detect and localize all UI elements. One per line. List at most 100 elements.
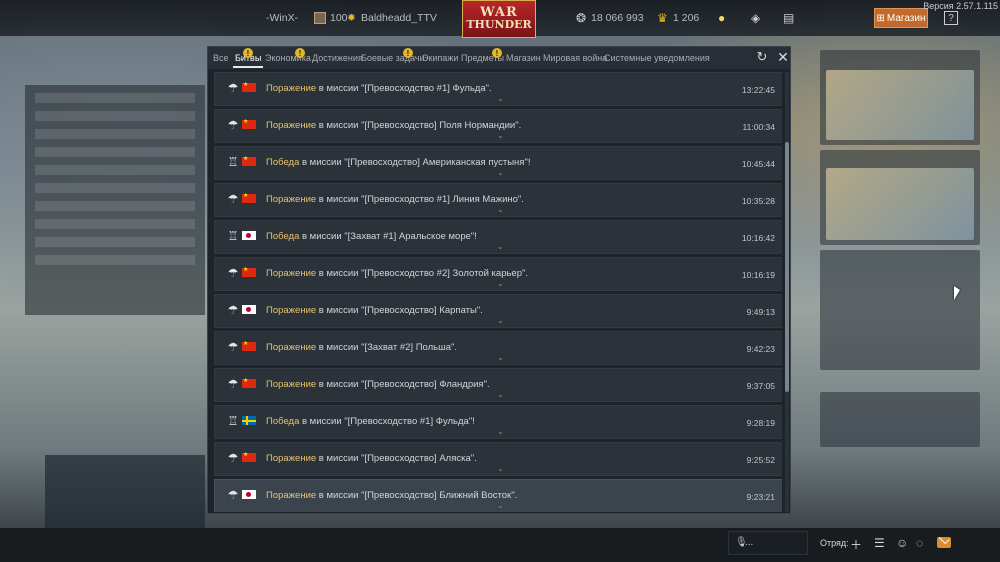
trophy-icon: ♖ bbox=[227, 414, 239, 428]
battle-mission: "[Захват #1] Аральское море"! bbox=[344, 231, 477, 242]
clan-tag: -WinX- bbox=[266, 12, 299, 24]
expand-chevron-icon[interactable]: ⌄ bbox=[497, 427, 504, 436]
battle-connector: в миссии bbox=[318, 120, 359, 131]
battle-time: 9:49:13 bbox=[746, 307, 775, 317]
battle-time: 13:22:45 bbox=[741, 85, 775, 95]
battle-message: Поражение в миссии "[Захват #2] Польша". bbox=[266, 342, 457, 353]
expand-chevron-icon[interactable]: ⌄ bbox=[497, 205, 504, 214]
tab-achievements[interactable]: Достижения! bbox=[295, 48, 363, 63]
contacts-icon[interactable]: ☺ bbox=[896, 536, 908, 550]
battle-mission: "[Превосходство] Американская пустыня"! bbox=[344, 157, 531, 168]
list-icon[interactable]: ☰ bbox=[874, 536, 885, 550]
refresh-icon[interactable]: ↻ bbox=[755, 50, 769, 64]
battle-row[interactable]: ☂ Поражение в миссии "[Превосходство] Фла… bbox=[214, 368, 782, 402]
expand-chevron-icon[interactable]: ⌄ bbox=[497, 501, 504, 510]
battle-mission: "[Превосходство] Поля Нормандии". bbox=[361, 120, 522, 131]
battle-row[interactable]: ♖ Победа в миссии "[Превосходство #1] Фул… bbox=[214, 405, 782, 439]
parachute-icon: ☂ bbox=[227, 377, 239, 391]
background-vehicle-strip bbox=[45, 455, 205, 535]
tab-system-notifications[interactable]: Системные уведомления bbox=[604, 53, 710, 63]
player-avatar[interactable] bbox=[314, 12, 326, 24]
close-icon[interactable]: ✕ bbox=[776, 50, 790, 64]
tab-crews[interactable]: Экипажи! bbox=[403, 48, 458, 63]
battle-mission: "[Превосходство] Карпаты". bbox=[361, 305, 483, 316]
chat-icon[interactable]: ◌ bbox=[916, 536, 923, 550]
scrollbar[interactable] bbox=[785, 72, 789, 512]
battle-time: 10:16:42 bbox=[741, 233, 775, 243]
player-level: 100 bbox=[330, 12, 348, 24]
player-name[interactable]: Baldheadd_TTV bbox=[361, 12, 437, 24]
help-button[interactable]: ? bbox=[944, 11, 958, 25]
premium-icon[interactable]: ◈ bbox=[751, 11, 760, 25]
battle-result: Поражение bbox=[266, 305, 317, 316]
battle-row[interactable]: ♖ Победа в миссии "[Захват #1] Аральское … bbox=[214, 220, 782, 254]
expand-chevron-icon[interactable]: ⌄ bbox=[497, 279, 504, 288]
battle-connector: в миссии bbox=[318, 490, 359, 501]
battle-notification-list[interactable]: ☂ Поражение в миссии "[Превосходство #1] … bbox=[214, 72, 782, 512]
nation-flag-icon bbox=[242, 305, 256, 314]
battle-row[interactable]: ☂ Поражение в миссии "[Захват #2] Польша"… bbox=[214, 331, 782, 365]
expand-chevron-icon[interactable]: ⌄ bbox=[497, 464, 504, 473]
battle-message: Победа в миссии "[Захват #1] Аральское м… bbox=[266, 231, 477, 242]
parachute-icon: ☂ bbox=[227, 303, 239, 317]
expand-chevron-icon[interactable]: ⌄ bbox=[497, 242, 504, 251]
nation-flag-icon bbox=[242, 81, 256, 92]
battle-message: Поражение в миссии "[Превосходство #1] Ф… bbox=[266, 83, 492, 94]
expand-chevron-icon[interactable]: ⌄ bbox=[497, 353, 504, 362]
silver-lions-icon: ❂ bbox=[576, 11, 587, 25]
battle-row[interactable]: ☂ Поражение в миссии "[Превосходство] Кар… bbox=[214, 294, 782, 328]
parachute-icon: ☂ bbox=[227, 451, 239, 465]
battle-row[interactable]: ♖ Победа в миссии "[Превосходство] Америк… bbox=[214, 146, 782, 180]
battle-row[interactable]: ☂ Поражение в миссии "[Превосходство #1] … bbox=[214, 72, 782, 106]
battle-connector: в миссии bbox=[318, 453, 359, 464]
shop-button[interactable]: ⊞ Магазин bbox=[874, 8, 928, 28]
add-squad-member-icon[interactable]: ＋ bbox=[850, 536, 862, 553]
nation-flag-icon bbox=[242, 192, 256, 203]
trophy-icon: ♖ bbox=[227, 155, 239, 169]
tab-all[interactable]: Все bbox=[213, 53, 229, 63]
battle-row[interactable]: ☂ Поражение в миссии "[Превосходство] Пол… bbox=[214, 109, 782, 143]
tab-battle-tasks[interactable]: Боевые задачи bbox=[361, 53, 425, 63]
expand-chevron-icon[interactable]: ⌄ bbox=[497, 168, 504, 177]
battle-row[interactable]: ☂ Поражение в миссии "[Превосходство #1] … bbox=[214, 183, 782, 217]
nation-flag-icon bbox=[242, 490, 256, 499]
battle-row[interactable]: ☂ Поражение в миссии "[Превосходство] Аля… bbox=[214, 442, 782, 476]
golden-eagle-icon: ♛ bbox=[657, 11, 668, 25]
battle-message: Поражение в миссии "[Превосходство] Аляс… bbox=[266, 453, 477, 464]
nation-flag-icon bbox=[242, 340, 256, 351]
mail-icon[interactable] bbox=[937, 537, 951, 548]
battle-connector: в миссии bbox=[318, 305, 359, 316]
war-thunder-logo[interactable]: WAR THUNDER bbox=[462, 0, 536, 38]
battle-time: 10:45:44 bbox=[741, 159, 775, 169]
battle-row[interactable]: ☂ Поражение в миссии "[Превосходство] Бли… bbox=[214, 479, 782, 512]
version-label: Версия 2.57.1.115 bbox=[923, 1, 998, 11]
alert-badge: ! bbox=[295, 48, 305, 58]
battle-time: 9:25:52 bbox=[746, 455, 775, 465]
battle-mission: "[Превосходство #1] Фульда"! bbox=[344, 416, 475, 427]
coupon-icon[interactable]: ▤ bbox=[783, 11, 794, 25]
battle-time: 10:35:28 bbox=[741, 196, 775, 206]
battle-result: Поражение bbox=[266, 120, 317, 131]
expand-chevron-icon[interactable]: ⌄ bbox=[497, 131, 504, 140]
battle-mission: "[Превосходство #1] Линия Мажино". bbox=[361, 194, 524, 205]
scrollbar-thumb[interactable] bbox=[785, 142, 789, 392]
battle-mission: "[Превосходство] Ближний Восток". bbox=[361, 490, 518, 501]
notifications-window: Все Битвы! Экономика Достижения! Боевые … bbox=[207, 46, 791, 514]
tab-shop[interactable]: Магазин! bbox=[492, 48, 541, 63]
expand-chevron-icon[interactable]: ⌄ bbox=[497, 94, 504, 103]
battle-result: Победа bbox=[266, 157, 300, 168]
background-reward-panel bbox=[820, 392, 980, 447]
expand-chevron-icon[interactable]: ⌄ bbox=[497, 316, 504, 325]
mouse-cursor bbox=[954, 286, 960, 300]
tab-battles[interactable]: Битвы! bbox=[232, 48, 264, 68]
background-event-image-2 bbox=[826, 168, 974, 240]
battle-result: Победа bbox=[266, 416, 300, 427]
battle-row[interactable]: ☂ Поражение в миссии "[Превосходство #2] … bbox=[214, 257, 782, 291]
voice-chat-field[interactable]: 🎙 ... bbox=[728, 531, 808, 555]
expand-chevron-icon[interactable]: ⌄ bbox=[497, 390, 504, 399]
tab-world-war[interactable]: Мировая война bbox=[543, 53, 607, 63]
battle-message: Поражение в миссии "[Превосходство] Поля… bbox=[266, 120, 521, 131]
alert-badge: ! bbox=[403, 48, 413, 58]
lightbulb-icon[interactable]: ● bbox=[718, 11, 725, 25]
battle-message: Поражение в миссии "[Превосходство] Флан… bbox=[266, 379, 490, 390]
